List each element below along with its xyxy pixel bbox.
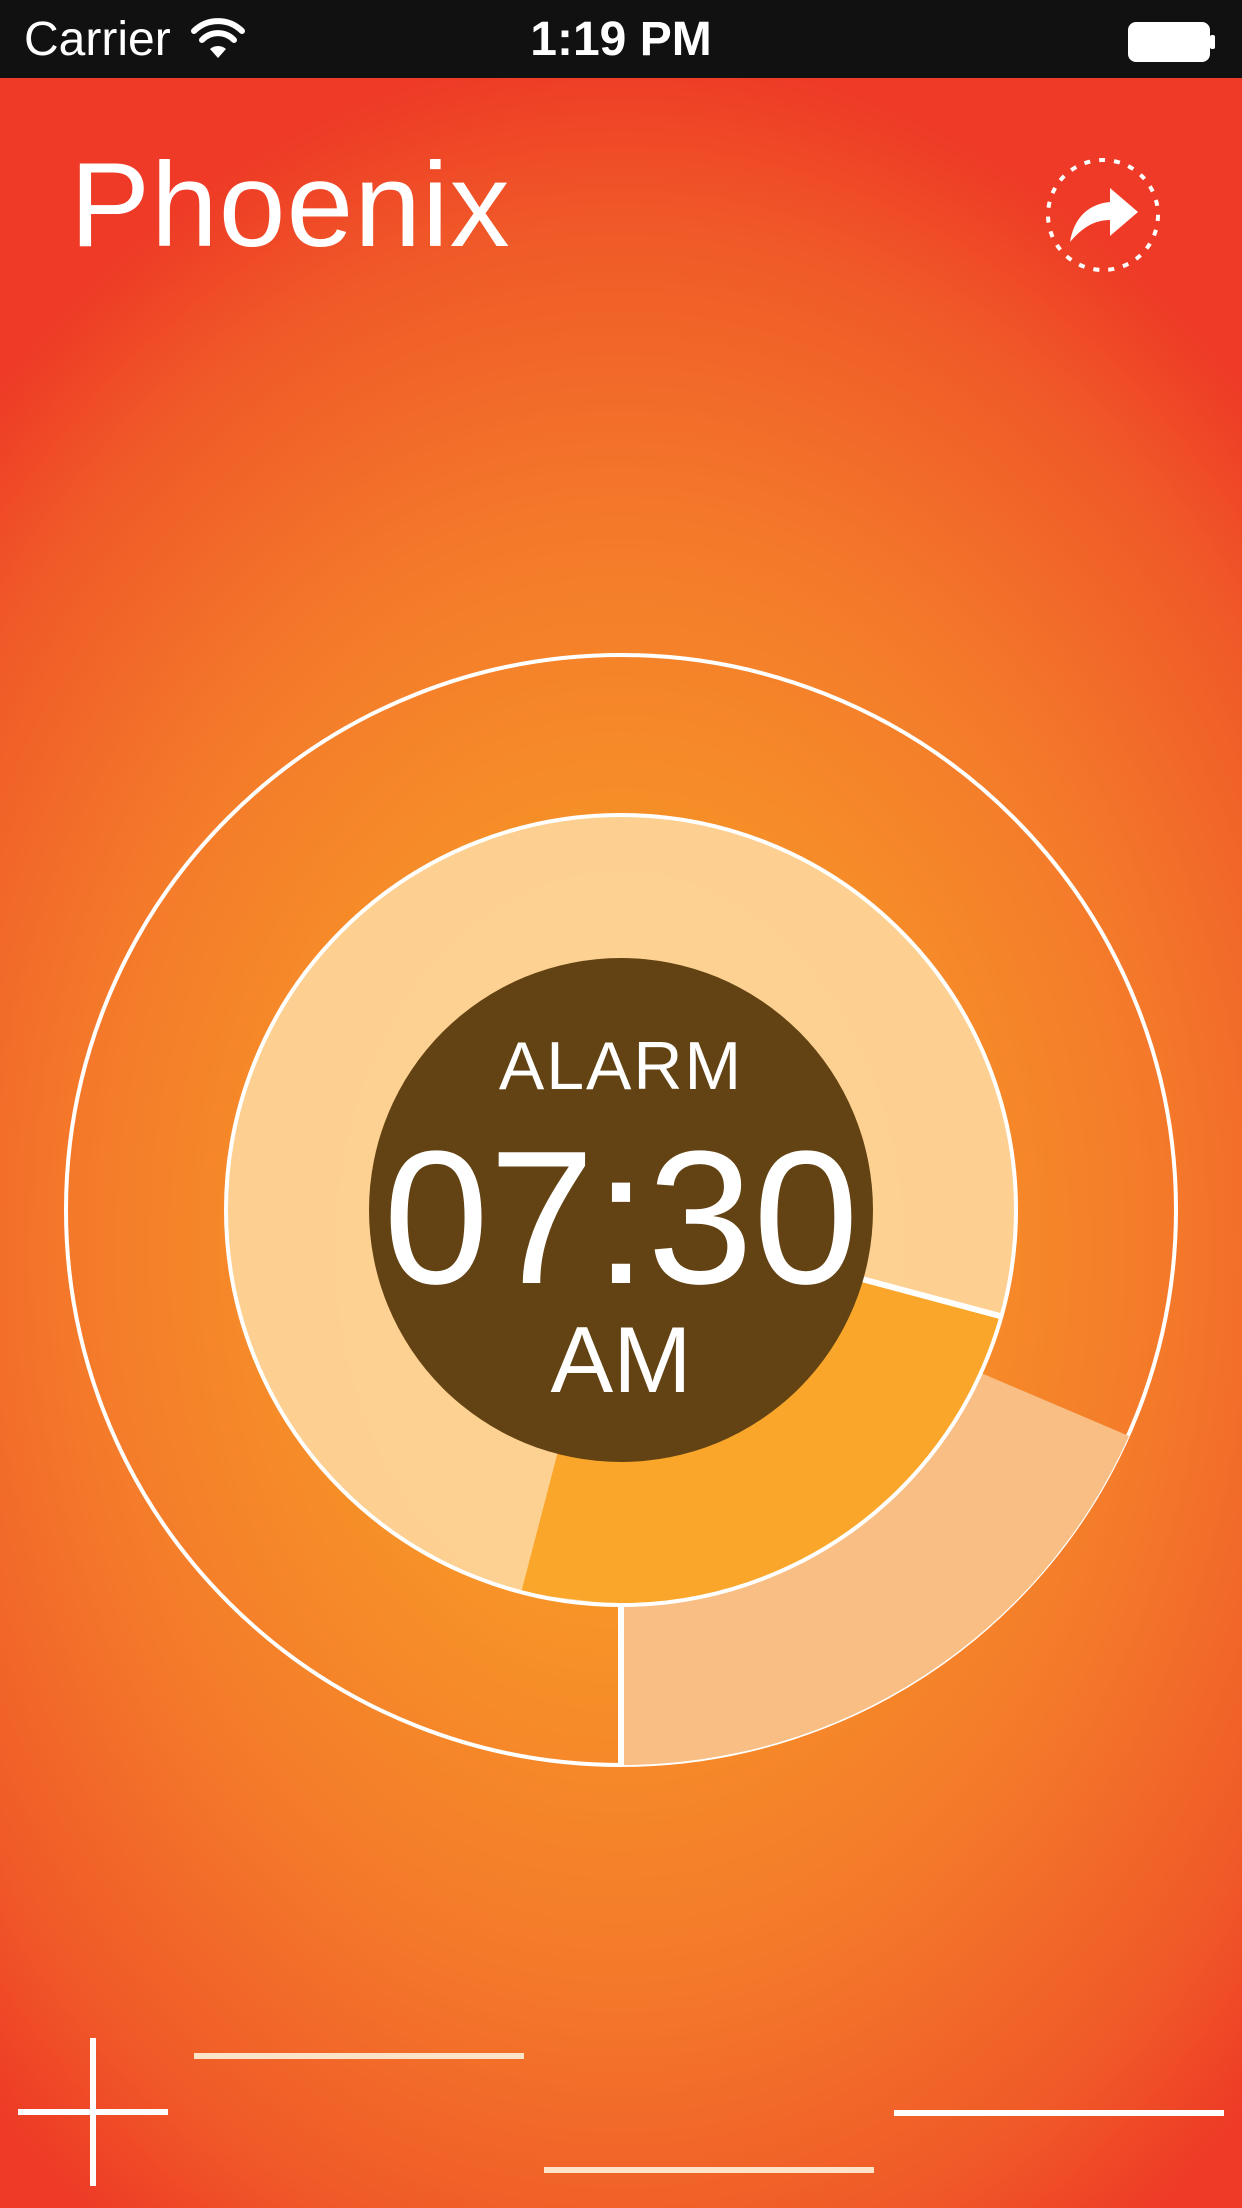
plus-icon[interactable] <box>18 2038 168 2186</box>
alarm-dial[interactable] <box>0 0 1242 2208</box>
bottom-toolbar <box>18 2038 1224 2186</box>
alarm-label: ALARM <box>498 1028 744 1104</box>
alarm-ampm[interactable]: AM <box>371 1308 871 1412</box>
alarm-time[interactable]: 07:30 <box>371 1118 871 1318</box>
app-screen: Carrier 1:19 PM Phoenix ALARM 07:30 AM <box>0 0 1242 2208</box>
